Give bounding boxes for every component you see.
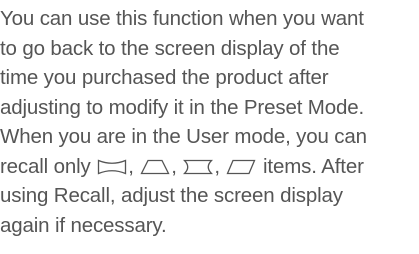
- text-line: again if necessary.: [0, 213, 167, 237]
- text-line: to go back to the screen display of the: [0, 36, 340, 60]
- text-line: using Recall, adjust the screen display: [0, 184, 343, 207]
- text-line: time you purchased the product after: [0, 66, 329, 89]
- manual-page: You can use this function when you want …: [0, 0, 419, 254]
- separator: ,: [171, 154, 177, 178]
- parallelogram-icon: [226, 159, 256, 175]
- side-pincushion-icon: [183, 159, 214, 175]
- text-line-with-icons: recall only , , , items. After: [0, 152, 419, 182]
- separator: ,: [214, 154, 220, 178]
- pincushion-icon: [97, 159, 127, 175]
- trapezoid-icon: [140, 159, 170, 175]
- text-items-after: items. After: [263, 154, 364, 178]
- recall-description: You can use this function when you want …: [0, 4, 419, 240]
- text-line: You can use this function when you want: [0, 7, 364, 30]
- text-recall-only: recall only: [0, 154, 91, 178]
- separator: ,: [128, 154, 134, 178]
- text-line: When you are in the User mode, you can: [0, 125, 367, 148]
- text-line: adjusting to modify it in the Preset Mod…: [0, 95, 365, 119]
